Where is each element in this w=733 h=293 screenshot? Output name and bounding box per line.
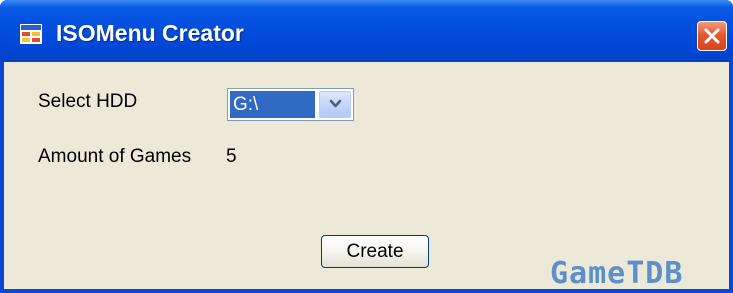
chevron-down-icon — [329, 99, 342, 108]
form-client-area: Select HDD G:\ Amount of Games 5 Create … — [4, 62, 729, 291]
hdd-select[interactable]: G:\ — [227, 88, 354, 121]
gametdb-watermark: GameTDB — [550, 256, 684, 291]
create-button[interactable]: Create — [321, 235, 429, 268]
select-hdd-label: Select HDD — [38, 91, 138, 112]
close-icon — [704, 28, 720, 44]
window-app-icon — [20, 24, 42, 44]
window-title: ISOMenu Creator — [56, 20, 244, 46]
hdd-select-value: G:\ — [230, 91, 315, 118]
app-window: ISOMenu Creator Select HDD G:\ Amount of… — [0, 0, 733, 293]
close-button[interactable] — [697, 21, 727, 51]
hdd-select-dropdown-button[interactable] — [319, 91, 351, 118]
games-count-value: 5 — [226, 146, 237, 167]
games-count-label: Amount of Games — [38, 146, 192, 167]
title-bar[interactable]: ISOMenu Creator — [0, 0, 733, 62]
